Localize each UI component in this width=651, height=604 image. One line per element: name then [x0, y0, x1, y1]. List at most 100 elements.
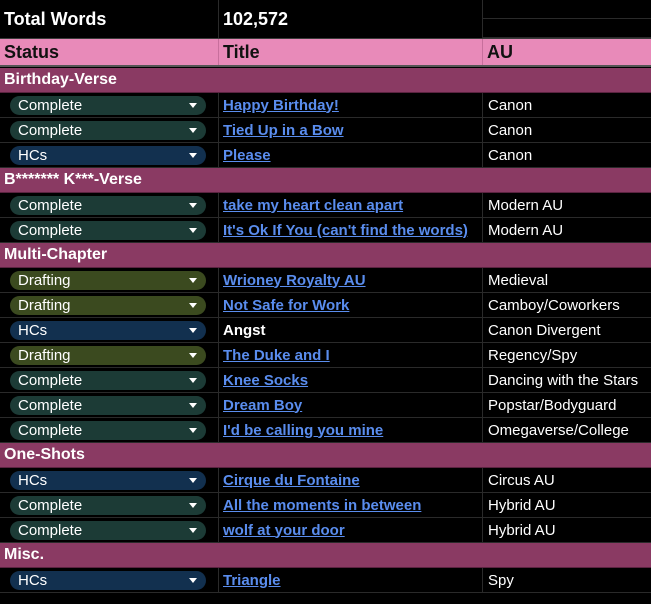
status-dropdown[interactable]: Drafting	[10, 270, 206, 290]
status-cell: Drafting	[0, 293, 219, 317]
status-dropdown[interactable]: Complete	[10, 370, 206, 390]
title-cell[interactable]: It's Ok If You (can't find the words)	[219, 218, 483, 242]
status-dropdown[interactable]: Complete	[10, 495, 206, 515]
total-words-row: Total Words 102,572	[0, 0, 651, 39]
au-cell[interactable]: Camboy/Coworkers	[483, 293, 651, 317]
title-link[interactable]: Triangle	[223, 572, 281, 589]
au-cell[interactable]: Modern AU	[483, 193, 651, 217]
title-link[interactable]: wolf at your door	[223, 522, 345, 539]
status-dropdown[interactable]: HCs	[10, 320, 206, 340]
table-row: Complete wolf at your door Hybrid AU	[0, 518, 651, 543]
section-header-row[interactable]: Multi-Chapter	[0, 243, 651, 268]
au-cell[interactable]: Hybrid AU	[483, 518, 651, 542]
title-link[interactable]: Tied Up in a Bow	[223, 122, 344, 139]
status-label: Complete	[18, 371, 83, 389]
title-link[interactable]: All the moments in between	[223, 497, 421, 514]
status-cell: Complete	[0, 493, 219, 517]
au-cell[interactable]: Canon	[483, 143, 651, 167]
section-header-row[interactable]: One-Shots	[0, 443, 651, 468]
chevron-down-icon	[189, 152, 197, 158]
title-link[interactable]: Knee Socks	[223, 372, 308, 389]
table-row: HCs Please Canon	[0, 143, 651, 168]
title-link[interactable]: The Duke and I	[223, 347, 330, 364]
title-cell[interactable]: wolf at your door	[219, 518, 483, 542]
title-link[interactable]: I'd be calling you mine	[223, 422, 383, 439]
header-title[interactable]: Title	[219, 39, 483, 65]
au-text: Regency/Spy	[488, 346, 578, 364]
spreadsheet: Total Words 102,572 Status Title AU Birt…	[0, 0, 651, 604]
title-cell[interactable]: Tied Up in a Bow	[219, 118, 483, 142]
title-cell[interactable]: Angst	[219, 318, 483, 342]
header-au[interactable]: AU	[483, 39, 651, 65]
title-cell[interactable]: Not Safe for Work	[219, 293, 483, 317]
au-cell[interactable]: Dancing with the Stars	[483, 368, 651, 392]
au-cell[interactable]: Omegaverse/College	[483, 418, 651, 442]
status-dropdown[interactable]: HCs	[10, 570, 206, 590]
table-row: Complete I'd be calling you mine Omegavers…	[0, 418, 651, 443]
status-dropdown[interactable]: Complete	[10, 120, 206, 140]
title-link[interactable]: take my heart clean apart	[223, 197, 403, 214]
status-cell: HCs	[0, 468, 219, 492]
title-link[interactable]: Happy Birthday!	[223, 97, 339, 114]
title-cell[interactable]: I'd be calling you mine	[219, 418, 483, 442]
title-cell[interactable]: Dream Boy	[219, 393, 483, 417]
title-link[interactable]: Dream Boy	[223, 397, 302, 414]
status-cell: Complete	[0, 118, 219, 142]
au-cell[interactable]: Regency/Spy	[483, 343, 651, 367]
title-cell[interactable]: Knee Socks	[219, 368, 483, 392]
status-dropdown[interactable]: Complete	[10, 520, 206, 540]
au-cell[interactable]: Canon	[483, 93, 651, 117]
title-cell[interactable]: Cirque du Fontaine	[219, 468, 483, 492]
au-cell[interactable]: Circus AU	[483, 468, 651, 492]
status-dropdown[interactable]: Complete	[10, 395, 206, 415]
status-label: Complete	[18, 521, 83, 539]
section-header-row[interactable]: Birthday-Verse	[0, 68, 651, 93]
section-header-row[interactable]: Misc.	[0, 543, 651, 568]
status-cell: Drafting	[0, 343, 219, 367]
status-dropdown[interactable]: Drafting	[10, 295, 206, 315]
title-cell[interactable]: Please	[219, 143, 483, 167]
title-link[interactable]: Cirque du Fontaine	[223, 472, 360, 489]
status-dropdown[interactable]: HCs	[10, 145, 206, 165]
title-cell[interactable]: Triangle	[219, 568, 483, 592]
table-row: Complete Happy Birthday! Canon	[0, 93, 651, 118]
total-words-label[interactable]: Total Words	[0, 0, 219, 38]
total-words-value[interactable]: 102,572	[219, 0, 483, 38]
au-cell[interactable]: Modern AU	[483, 218, 651, 242]
title-link[interactable]: Wrioney Royalty AU	[223, 272, 366, 289]
chevron-down-icon	[189, 127, 197, 133]
status-dropdown[interactable]: Complete	[10, 95, 206, 115]
chevron-down-icon	[189, 352, 197, 358]
status-label: Drafting	[18, 271, 71, 289]
chevron-down-icon	[189, 277, 197, 283]
status-label: HCs	[18, 321, 48, 339]
au-cell[interactable]: Hybrid AU	[483, 493, 651, 517]
chevron-down-icon	[189, 477, 197, 483]
status-dropdown[interactable]: Complete	[10, 420, 206, 440]
status-dropdown[interactable]: Complete	[10, 195, 206, 215]
au-cell[interactable]: Spy	[483, 568, 651, 592]
title-cell[interactable]: take my heart clean apart	[219, 193, 483, 217]
total-words-empty-cell[interactable]	[483, 0, 651, 38]
status-dropdown[interactable]: Drafting	[10, 345, 206, 365]
title-link[interactable]: It's Ok If You (can't find the words)	[223, 222, 468, 239]
au-cell[interactable]: Canon	[483, 118, 651, 142]
chevron-down-icon	[189, 302, 197, 308]
status-dropdown[interactable]: Complete	[10, 220, 206, 240]
title-link[interactable]: Please	[223, 147, 271, 164]
status-label: Complete	[18, 396, 83, 414]
title-link[interactable]: Not Safe for Work	[223, 297, 349, 314]
status-label: Complete	[18, 121, 83, 139]
table-row: HCs Triangle Spy	[0, 568, 651, 593]
title-cell[interactable]: The Duke and I	[219, 343, 483, 367]
title-cell[interactable]: Wrioney Royalty AU	[219, 268, 483, 292]
au-cell[interactable]: Canon Divergent	[483, 318, 651, 342]
status-dropdown[interactable]: HCs	[10, 470, 206, 490]
au-text: Canon	[488, 121, 533, 139]
au-cell[interactable]: Medieval	[483, 268, 651, 292]
header-status[interactable]: Status	[0, 39, 219, 65]
title-cell[interactable]: All the moments in between	[219, 493, 483, 517]
title-cell[interactable]: Happy Birthday!	[219, 93, 483, 117]
au-cell[interactable]: Popstar/Bodyguard	[483, 393, 651, 417]
section-header-row[interactable]: B******* K***-Verse	[0, 168, 651, 193]
